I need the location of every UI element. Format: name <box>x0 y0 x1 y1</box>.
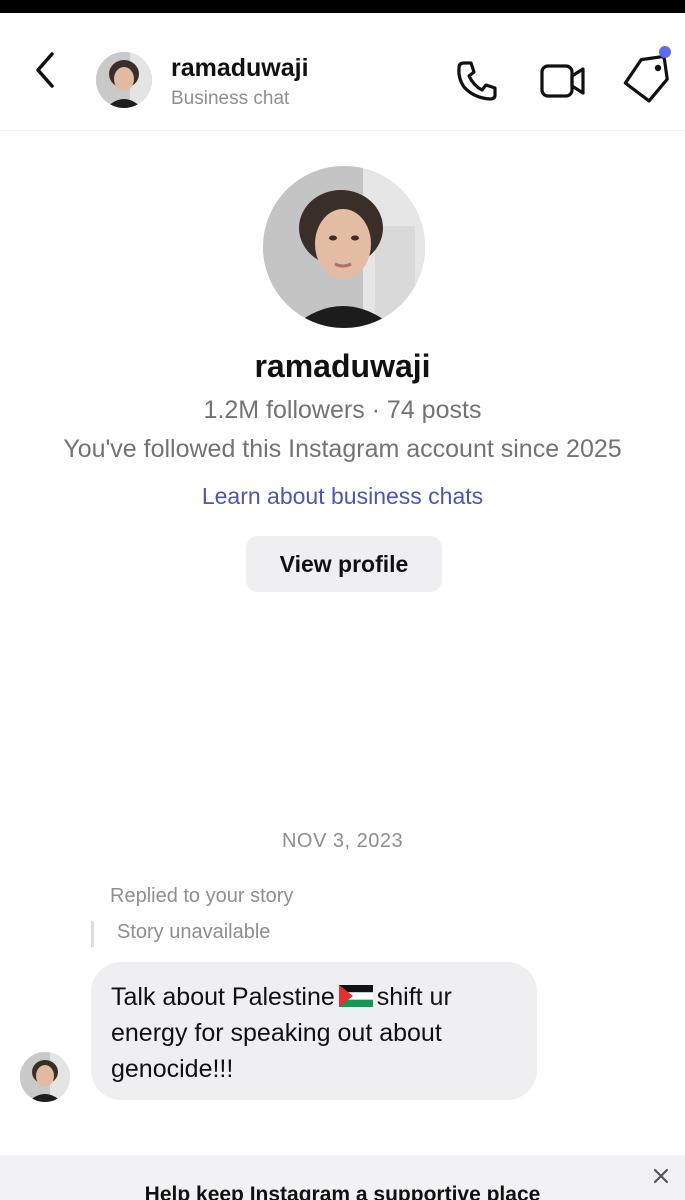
message-date: NOV 3, 2023 <box>281 830 404 852</box>
tag-icon[interactable] <box>622 54 672 104</box>
sender-avatar[interactable] <box>20 1052 70 1102</box>
avatar[interactable] <box>96 52 152 108</box>
back-arrow-icon[interactable] <box>28 48 64 92</box>
message-line: energy for speaking out about <box>111 1019 442 1047</box>
profile-name: ramaduwaji <box>254 348 431 384</box>
chat-username[interactable]: ramaduwaji <box>171 54 309 83</box>
follow-info: You've followed this Instagram account s… <box>63 435 622 463</box>
avatar-photo-icon <box>20 1052 70 1102</box>
message-bubble[interactable]: Talk about Palestine shift ur energy for… <box>91 962 537 1100</box>
notification-dot <box>659 46 671 58</box>
safety-banner: Help keep Instagram a supportive place <box>0 1155 685 1200</box>
story-status: Story unavailable <box>117 921 271 943</box>
avatar-photo-icon <box>96 52 152 108</box>
message-line: genocide!!! <box>111 1055 234 1083</box>
learn-business-chats-link[interactable]: Learn about business chats <box>0 483 685 510</box>
profile-avatar[interactable] <box>263 166 425 328</box>
quote-bar <box>91 921 94 947</box>
message-text: Talk about Palestine <box>111 983 335 1011</box>
message-text: shift ur <box>376 983 452 1011</box>
chat-subtitle: Business chat <box>171 88 290 109</box>
palestine-flag-icon <box>338 985 373 1008</box>
video-camera-icon[interactable] <box>538 60 588 102</box>
view-profile-button[interactable]: View profile <box>246 536 442 592</box>
profile-stats: 1.2M followers · 74 posts <box>203 396 482 424</box>
phone-icon[interactable] <box>454 58 500 104</box>
status-bar <box>0 0 685 13</box>
close-icon[interactable] <box>650 1165 672 1187</box>
message-line: Talk about Palestine shift ur <box>111 979 517 1015</box>
profile-photo-icon <box>263 166 425 328</box>
reply-context: Replied to your story <box>110 885 294 907</box>
banner-text: Help keep Instagram a supportive place <box>144 1183 541 1200</box>
